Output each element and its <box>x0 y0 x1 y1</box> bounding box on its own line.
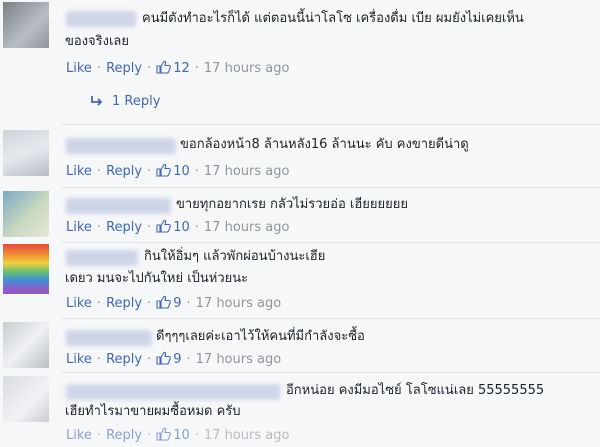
commenter-name-redacted[interactable] <box>66 384 280 400</box>
separator: · <box>147 296 152 311</box>
reply-button[interactable]: Reply <box>106 61 142 76</box>
commenter-name-redacted[interactable] <box>66 11 136 27</box>
separator: · <box>147 61 152 76</box>
comment-text: ดีๆๆๆเลยค่ะเอาไว้ให้คนที่มีกำลังจะซื้อ <box>156 329 365 344</box>
reply-button[interactable]: Reply <box>106 164 142 179</box>
comment-text-line2: เดยว มนจะไปกันใหย่ เป็นห่วยนะ <box>65 271 249 286</box>
avatar[interactable] <box>3 191 49 237</box>
avatar[interactable] <box>3 130 49 176</box>
separator: · <box>96 428 102 443</box>
separator: · <box>186 296 191 311</box>
view-replies-link[interactable]: 1 Reply <box>90 92 160 112</box>
avatar[interactable] <box>3 244 49 294</box>
comment-text: กินให้อิ่มๆ แล้วพักผ่อนบ้างนะเฮีย <box>144 249 326 264</box>
comment-actions: Like · Reply · 10 · 17 hours ago <box>66 163 289 183</box>
like-button[interactable]: Like <box>66 352 92 367</box>
separator: · <box>194 220 199 235</box>
commenter-name-redacted[interactable] <box>66 198 171 214</box>
separator: · <box>96 164 102 179</box>
replies-count-label[interactable]: 1 Reply <box>112 94 160 109</box>
separator: · <box>147 164 152 179</box>
divider <box>62 318 600 319</box>
comment-actions: Like · Reply · 12 · 17 hours ago <box>66 60 289 80</box>
commenter-name-redacted[interactable] <box>66 250 138 266</box>
comment-text: อีกหน่อย คงมีมอไซย์ โลโซแน่เลย 55555555 <box>286 383 545 398</box>
comment-actions: Like · Reply · 9 · 17 hours ago <box>66 295 281 315</box>
avatar[interactable] <box>3 2 49 48</box>
timestamp[interactable]: 17 hours ago <box>196 352 282 367</box>
separator: · <box>194 164 199 179</box>
reply-arrow-icon <box>91 96 103 106</box>
like-count[interactable]: 10 <box>173 428 190 443</box>
comment-actions: Like · Reply · 10 · 17 hours ago <box>66 427 289 447</box>
avatar[interactable] <box>3 376 49 422</box>
like-count[interactable]: 9 <box>173 296 181 311</box>
timestamp[interactable]: 17 hours ago <box>204 220 290 235</box>
thumbs-up-icon[interactable] <box>156 219 172 239</box>
like-count[interactable]: 12 <box>173 61 190 76</box>
reply-button[interactable]: Reply <box>106 352 142 367</box>
separator: · <box>96 220 102 235</box>
like-button[interactable]: Like <box>66 428 92 443</box>
comment-text: ขอกล้องหน้า8 ล้านหลัง16 ล้านนะ คับ คงขาย… <box>180 137 469 152</box>
separator: · <box>147 352 152 367</box>
separator: · <box>186 352 191 367</box>
separator: · <box>147 428 152 443</box>
like-button[interactable]: Like <box>66 220 92 235</box>
thumbs-up-icon[interactable] <box>156 60 172 80</box>
comment-actions: Like · Reply · 9 · 17 hours ago <box>66 351 281 371</box>
comment-actions: Like · Reply · 10 · 17 hours ago <box>66 219 289 239</box>
timestamp[interactable]: 17 hours ago <box>204 164 290 179</box>
comment-text: คนมีตังทำอะไรก็ได้ แต่ตอนนี้น่าโลโซ เครื… <box>142 11 524 26</box>
like-count[interactable]: 10 <box>173 164 190 179</box>
reply-button[interactable]: Reply <box>106 220 142 235</box>
divider <box>62 372 600 373</box>
timestamp[interactable]: 17 hours ago <box>196 296 282 311</box>
like-button[interactable]: Like <box>66 61 92 76</box>
comment-text-line2: เฮียทำไรมาขายผมซื้อหมด ครับ <box>65 404 241 419</box>
separator: · <box>96 296 102 311</box>
separator: · <box>96 352 102 367</box>
commenter-name-redacted[interactable] <box>66 330 152 346</box>
comment-text: ขายทุกอยากเรย กลัวไม่รวยอ่อ เฮียยยยยย <box>176 197 408 212</box>
separator: · <box>194 428 199 443</box>
thumbs-up-icon[interactable] <box>156 295 172 315</box>
reply-button[interactable]: Reply <box>106 428 142 443</box>
divider <box>62 242 600 243</box>
separator: · <box>147 220 152 235</box>
commenter-name-redacted[interactable] <box>66 138 176 154</box>
avatar[interactable] <box>3 322 49 368</box>
separator: · <box>96 61 102 76</box>
like-button[interactable]: Like <box>66 296 92 311</box>
separator: · <box>194 61 199 76</box>
thumbs-up-icon[interactable] <box>156 427 172 447</box>
thumbs-up-icon[interactable] <box>156 163 172 183</box>
like-count[interactable]: 9 <box>173 352 181 367</box>
like-count[interactable]: 10 <box>173 220 190 235</box>
thumbs-up-icon[interactable] <box>156 351 172 371</box>
reply-button[interactable]: Reply <box>106 296 142 311</box>
divider <box>62 187 600 188</box>
timestamp[interactable]: 17 hours ago <box>204 428 290 443</box>
comment-text-line2: ของจริงเลย <box>65 34 130 49</box>
like-button[interactable]: Like <box>66 164 92 179</box>
divider <box>62 124 600 125</box>
timestamp[interactable]: 17 hours ago <box>204 61 290 76</box>
